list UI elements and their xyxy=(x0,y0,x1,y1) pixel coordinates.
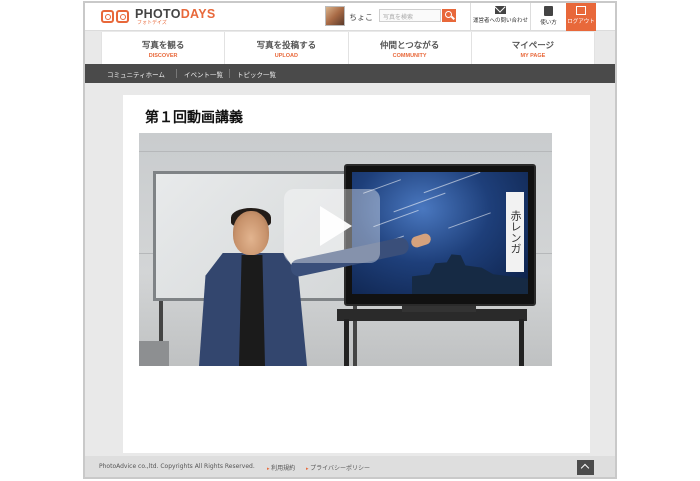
howto-button[interactable]: 使い方 xyxy=(530,3,566,31)
privacy-link[interactable]: プライバシーポリシー xyxy=(306,463,370,472)
footer: PhotoAdvice co.,ltd. Copyrights All Righ… xyxy=(85,456,615,477)
nav-sublabel: MY PAGE xyxy=(520,53,546,59)
logout-button[interactable]: ログアウト xyxy=(566,3,596,31)
search-input[interactable]: 写真を検索 xyxy=(379,9,441,22)
howto-label: 使い方 xyxy=(540,20,557,26)
nav-mypage[interactable]: マイページ MY PAGE xyxy=(472,32,595,64)
copyright-text: PhotoAdvice co.,ltd. Copyrights All Righ… xyxy=(99,463,255,470)
subnav-divider xyxy=(176,69,177,78)
star-trail xyxy=(448,212,491,229)
browser-frame: PHOTODAYS フォトデイズ ちょこ 写真を検索 運営者への問い合わせ 使い… xyxy=(83,1,617,479)
content-card: 第１回動画講義 赤レンガ xyxy=(123,95,590,453)
nav-sublabel: COMMUNITY xyxy=(392,53,427,59)
nav-community[interactable]: 仲間とつながる COMMUNITY xyxy=(349,32,472,64)
nav-sublabel: DISCOVER xyxy=(148,53,178,59)
mail-icon xyxy=(495,6,506,14)
subnav-event-list[interactable]: イベント一覧 xyxy=(184,69,223,79)
subnav-divider xyxy=(229,69,230,78)
top-bar: PHOTODAYS フォトデイズ ちょこ 写真を検索 運営者への問い合わせ 使い… xyxy=(85,3,615,31)
presenter-shirt xyxy=(239,255,265,366)
main-nav: 写真を観る DISCOVER 写真を投稿する UPLOAD 仲間とつながる CO… xyxy=(101,32,595,64)
subnav-topic-list[interactable]: トピック一覧 xyxy=(237,69,276,79)
tv-caption: 赤レンガ xyxy=(506,192,524,272)
avatar[interactable] xyxy=(325,6,345,26)
site-logo[interactable]: PHOTODAYS フォトデイズ xyxy=(101,7,216,27)
contact-button[interactable]: 運営者への問い合わせ xyxy=(470,3,530,31)
back-to-top-button[interactable] xyxy=(577,460,594,475)
chair xyxy=(139,341,169,366)
star-trail xyxy=(423,172,481,194)
nav-label: 写真を観る xyxy=(141,41,185,51)
nav-discover[interactable]: 写真を観る DISCOVER xyxy=(102,32,226,64)
search-button[interactable] xyxy=(442,9,456,22)
star-trail xyxy=(373,209,419,228)
play-icon[interactable] xyxy=(284,189,380,263)
wall-line xyxy=(139,151,552,152)
tv-base xyxy=(402,306,476,312)
presenter-head xyxy=(233,211,269,255)
camera-logo-icon xyxy=(101,8,131,26)
terms-link[interactable]: 利用規約 xyxy=(267,463,295,472)
tv-stand-leg xyxy=(519,319,524,366)
subnav-community-home[interactable]: コミュニティホーム xyxy=(107,69,165,79)
tv-stand-leg xyxy=(344,319,349,366)
logo-text-days: DAYS xyxy=(180,7,216,22)
nav-label: マイページ xyxy=(511,41,555,51)
sub-nav: コミュニティホーム イベント一覧 トピック一覧 xyxy=(85,64,615,83)
logout-icon xyxy=(576,6,586,15)
contact-label: 運営者への問い合わせ xyxy=(472,18,528,24)
username[interactable]: ちょこ xyxy=(349,12,373,23)
video-player[interactable]: 赤レンガ xyxy=(139,133,552,366)
nav-label: 仲間とつながる xyxy=(380,41,440,51)
book-icon xyxy=(544,6,553,16)
nav-upload[interactable]: 写真を投稿する UPLOAD xyxy=(225,32,349,64)
star-trail xyxy=(393,192,446,213)
nav-sublabel: UPLOAD xyxy=(274,53,298,59)
nav-label: 写真を投稿する xyxy=(256,41,317,51)
page-title: 第１回動画講義 xyxy=(145,110,243,126)
logo-subtext: フォトデイズ xyxy=(137,19,167,26)
logout-label: ログアウト xyxy=(567,19,595,25)
